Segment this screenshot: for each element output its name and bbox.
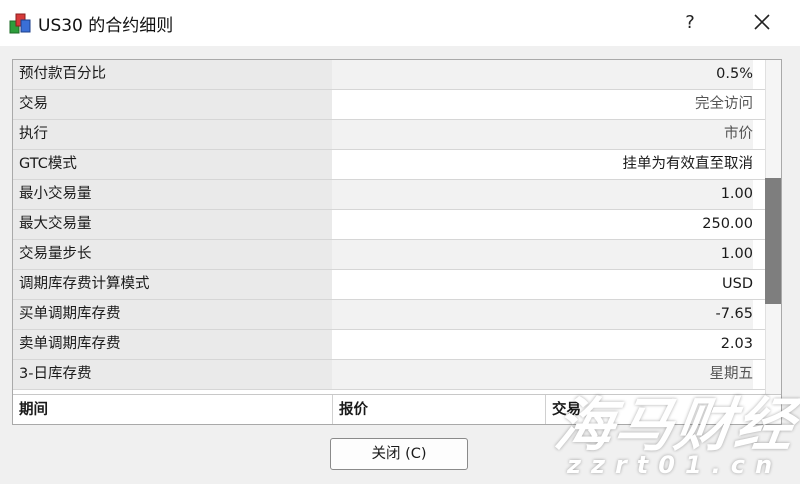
window-title: US30 的合约细则 (38, 16, 174, 36)
column-header-period[interactable]: 期间 (13, 395, 331, 424)
watermark-url: zzrt01.cn (567, 451, 783, 479)
spec-label: 最小交易量 (13, 180, 338, 209)
spec-label: 3-日库存费 (13, 360, 338, 389)
specification-table[interactable]: 预付款百分比 0.5% 交易 完全访问 执行 市价 GTC模式 挂单为有效直至取… (12, 59, 782, 425)
help-button[interactable]: ? (672, 8, 708, 38)
spec-value: 1.00 (332, 180, 753, 209)
app-icon (9, 13, 31, 34)
spec-row: 卖单调期库存费 2.03 (13, 330, 765, 360)
spec-row: 买单调期库存费 -7.65 (13, 300, 765, 330)
spec-row: 执行 市价 (13, 120, 765, 150)
spec-value: 2.03 (332, 330, 753, 359)
spec-row: 预付款百分比 0.5% (13, 60, 765, 90)
spec-row: 交易 完全访问 (13, 90, 765, 120)
spec-label: 预付款百分比 (13, 60, 338, 89)
spec-value: -7.65 (332, 300, 753, 329)
title-bar: US30 的合约细则 ? (0, 0, 800, 46)
spec-value: 挂单为有效直至取消 (332, 150, 753, 179)
spec-value: 市价 (332, 120, 753, 149)
spec-label: GTC模式 (13, 150, 338, 179)
spec-row: 调期库存费计算模式 USD (13, 270, 765, 300)
spec-label: 调期库存费计算模式 (13, 270, 338, 299)
spec-row: 最小交易量 1.00 (13, 180, 765, 210)
spec-row: GTC模式 挂单为有效直至取消 (13, 150, 765, 180)
close-button[interactable]: 关闭 (C) (330, 438, 468, 470)
spec-label: 买单调期库存费 (13, 300, 338, 329)
spec-label: 交易 (13, 90, 338, 119)
spec-label: 执行 (13, 120, 338, 149)
spec-label: 卖单调期库存费 (13, 330, 338, 359)
spec-value: USD (332, 270, 753, 299)
column-header-quote[interactable]: 报价 (332, 395, 539, 424)
close-icon[interactable] (744, 8, 780, 38)
spec-value: 1.00 (332, 240, 753, 269)
spec-row: 交易量步长 1.00 (13, 240, 765, 270)
spec-row: 最大交易量 250.00 (13, 210, 765, 240)
spec-label: 交易量步长 (13, 240, 338, 269)
spec-value: 完全访问 (332, 90, 753, 119)
spec-value: 0.5% (332, 60, 753, 89)
scrollbar-thumb[interactable] (765, 178, 781, 304)
spec-label: 最大交易量 (13, 210, 338, 239)
spec-value: 250.00 (332, 210, 753, 239)
watermark-logo: 海马财经 (550, 391, 800, 459)
